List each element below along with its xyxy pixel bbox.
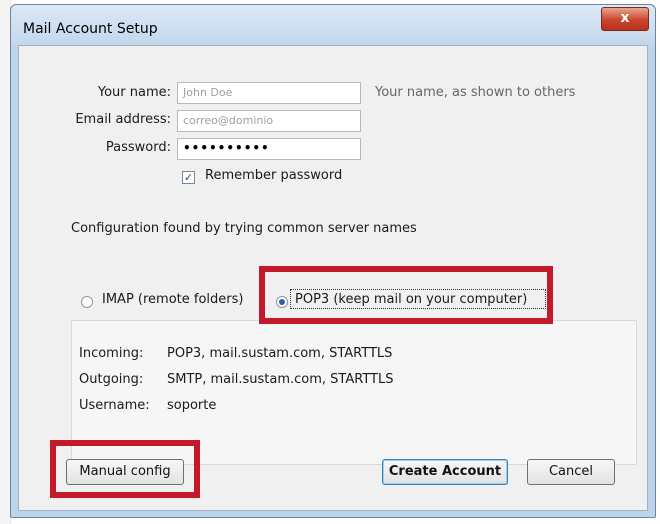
create-account-button[interactable]: Create Account xyxy=(382,459,508,485)
imap-radio-label[interactable]: IMAP (remote folders) xyxy=(102,292,243,307)
username-value: soporte xyxy=(167,398,217,413)
screenshot: Mail Account Setup x Your name: John Doe… xyxy=(0,0,660,524)
imap-radio[interactable] xyxy=(81,296,93,308)
email-input[interactable]: correo@dominio xyxy=(177,110,361,132)
checkmark-icon: ✓ xyxy=(183,171,194,184)
username-label: Username: xyxy=(79,398,150,413)
password-label: Password: xyxy=(105,140,171,155)
remember-password-checkbox[interactable]: ✓ xyxy=(182,171,195,184)
name-input-value: John Doe xyxy=(183,86,233,99)
email-input-value: correo@dominio xyxy=(183,114,274,127)
incoming-value: POP3, mail.sustam.com, STARTTLS xyxy=(167,346,393,361)
create-account-label: Create Account xyxy=(388,464,502,479)
title-bar[interactable]: Mail Account Setup x xyxy=(11,5,655,45)
outgoing-label: Outgoing: xyxy=(79,372,144,387)
password-input-value: •••••••••• xyxy=(183,141,270,155)
name-label: Your name: xyxy=(97,85,171,100)
outgoing-value: SMTP, mail.sustam.com, STARTTLS xyxy=(167,372,394,387)
window-title: Mail Account Setup xyxy=(23,21,158,37)
name-hint: Your name, as shown to others xyxy=(375,85,576,100)
incoming-label: Incoming: xyxy=(79,346,144,361)
name-input[interactable]: John Doe xyxy=(177,82,361,104)
close-icon: x xyxy=(620,10,630,26)
email-label: Email address: xyxy=(75,112,171,127)
close-button[interactable]: x xyxy=(601,7,649,31)
password-input[interactable]: •••••••••• xyxy=(177,138,361,160)
cancel-label: Cancel xyxy=(548,464,594,479)
pop3-highlight-box xyxy=(259,266,553,324)
config-status-message: Configuration found by trying common ser… xyxy=(71,221,417,236)
manual-config-highlight-box xyxy=(50,440,200,498)
remember-password-label[interactable]: Remember password xyxy=(205,168,342,183)
cancel-button[interactable]: Cancel xyxy=(527,459,615,485)
